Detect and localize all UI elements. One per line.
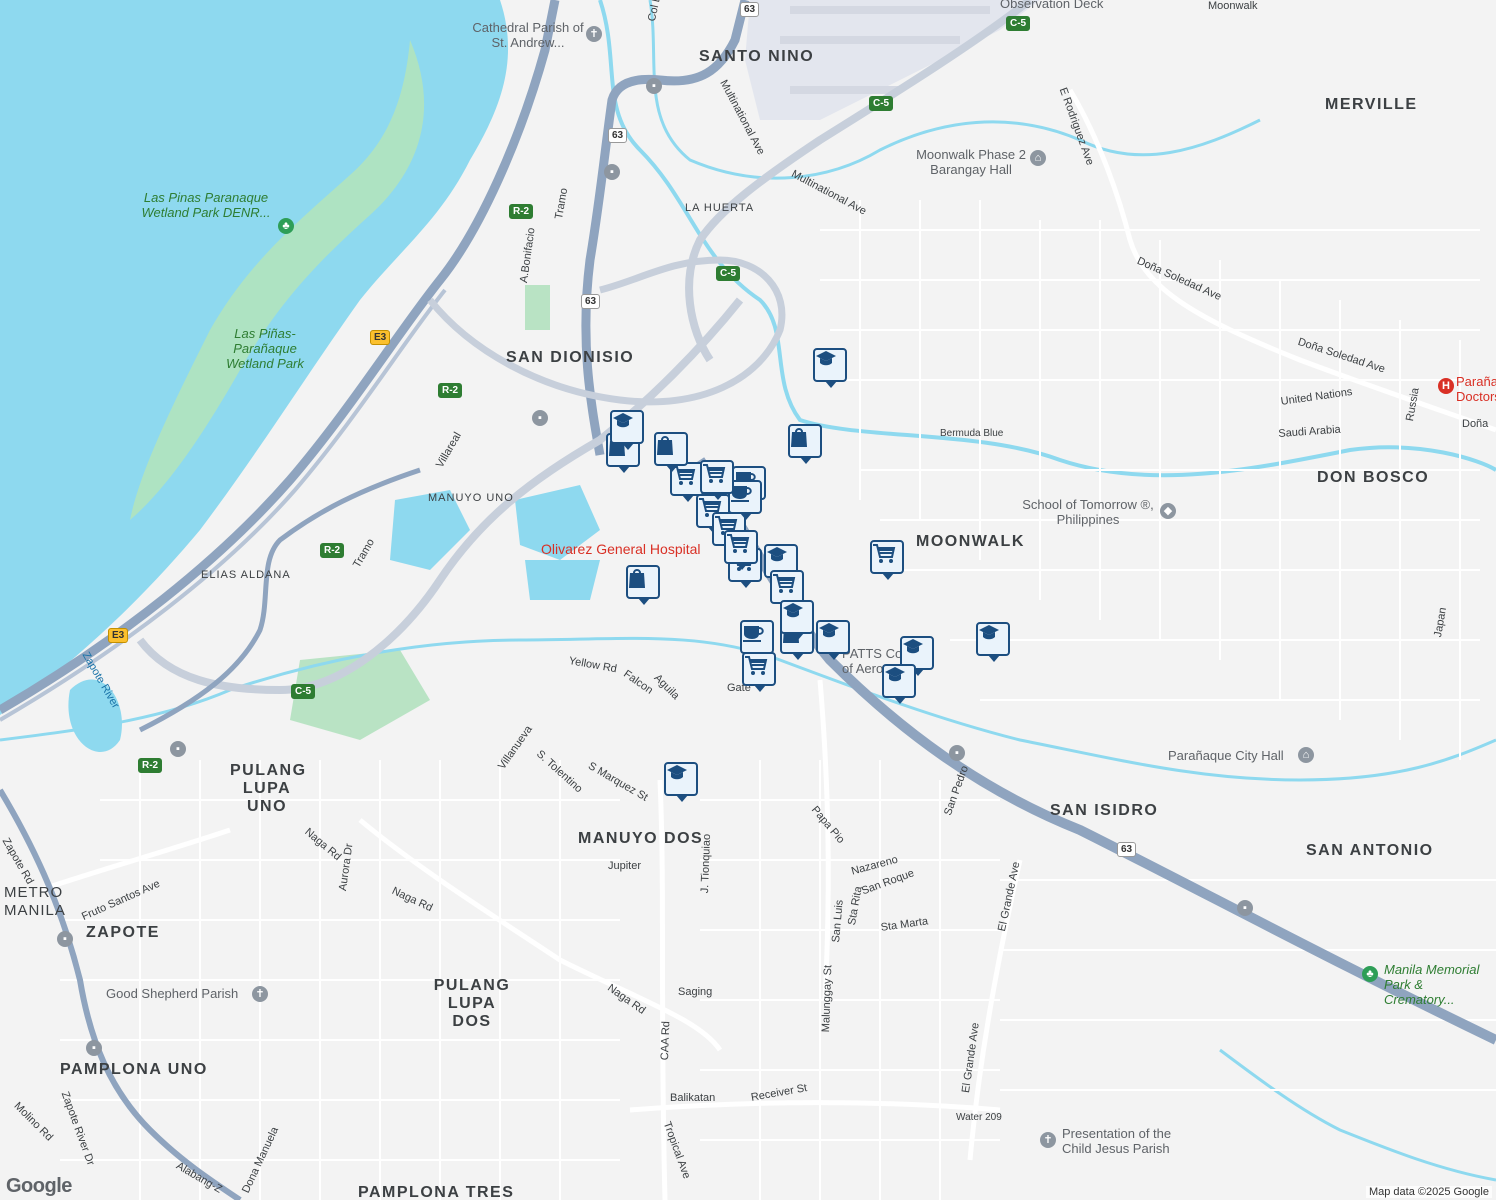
poi-label-observation-deck[interactable]: Observation Deck [1000,0,1103,11]
map-canvas[interactable]: SANTO NINO MERVILLE SAN DIONISIO DON BOS… [0,0,1496,1200]
poi-label-cathedral-parish[interactable]: Cathedral Parish of St. Andrew... [470,20,586,50]
map-marker-school[interactable] [813,348,847,388]
route-shield-r2: R-2 [509,204,534,219]
poi-label-olivarez-hospital[interactable]: Olivarez General Hospital [541,541,701,557]
map-marker-school[interactable] [610,410,644,450]
route-shield-63: 63 [608,128,628,143]
church-icon[interactable]: ✝ [252,986,268,1002]
road-label-water-209: Water 209 [956,1112,1002,1123]
poi-label-presentation-child-jesus[interactable]: Presentation of the Child Jesus Parish [1062,1126,1190,1156]
bus-stop-icon[interactable]: ▪ [86,1040,102,1056]
route-shield-c5: C-5 [869,96,894,111]
map-base-layer [0,0,1496,1200]
area-label-la-huerta: LA HUERTA [685,202,755,214]
route-shield-c5: C-5 [1006,16,1031,31]
area-label-manuyo-dos: MANUYO DOS [578,830,704,847]
poi-label-good-shepherd-parish[interactable]: Good Shepherd Parish [106,986,238,1001]
poi-label-paranaque-doctors[interactable]: Parañaque Doctors... [1456,374,1496,404]
area-label-merville: MERVILLE [1325,96,1418,113]
government-building-icon[interactable]: ⌂ [1030,150,1046,166]
church-icon[interactable]: ✝ [1040,1132,1056,1148]
area-label-manuyo-uno: MANUYO UNO [428,492,514,504]
bus-stop-icon[interactable]: ▪ [532,410,548,426]
zapote-river-bend [68,679,122,752]
river-main [598,0,1496,478]
map-attribution[interactable]: Map data ©2025 Google [1365,1186,1492,1198]
road-label-saging: Saging [678,986,713,998]
poi-label-school-of-tomorrow[interactable]: School of Tomorrow ®, Philippines [1022,497,1154,527]
hospital-icon[interactable]: H [1438,378,1454,394]
area-label-elias-aldana: ELIAS ALDANA [201,569,291,581]
poi-label-wetland-park-denr[interactable]: Las Pinas Paranaque Wetland Park DENR... [136,190,276,220]
area-label-don-bosco: DON BOSCO [1317,469,1430,486]
map-marker-cafe[interactable] [740,620,774,660]
area-label-san-antonio: SAN ANTONIO [1306,842,1434,859]
area-label-san-isidro: SAN ISIDRO [1050,802,1159,819]
map-marker-shopping-bag[interactable] [654,432,688,472]
park-area-small [525,285,550,330]
route-shield-c5: C-5 [291,684,316,699]
area-label-moonwalk: MOONWALK [916,533,1025,550]
road-label-jupiter: Jupiter [608,860,642,872]
area-label-pulang-lupa-uno: PULANG LUPA UNO [230,762,307,815]
route-shield-e3: E3 [108,628,129,643]
road-label-balikatan: Balikatan [670,1092,716,1104]
map-marker-shopping-cart[interactable] [724,530,758,570]
map-marker-school[interactable] [976,622,1010,662]
road-label-j-tionquiao: J. Tionquiao [699,833,714,894]
bus-stop-icon[interactable]: ▪ [57,931,73,947]
road-label-bermuda-blue: Bermuda Blue [940,428,1004,439]
poi-label-moonwalk-barangay-hall[interactable]: Moonwalk Phase 2 Barangay Hall [915,147,1027,177]
area-label-santo-nino: SANTO NINO [699,48,815,65]
area-label-metro-manila: METRO MANILA [4,884,66,919]
road-label-moonwalk: Moonwalk [1208,0,1258,12]
park-icon[interactable]: ♣ [278,218,294,234]
map-marker-shopping-cart[interactable] [742,652,776,692]
map-marker-school[interactable] [882,664,916,704]
map-marker-school[interactable] [664,762,698,802]
poi-label-wetland-park[interactable]: Las Piñas-Parañaque Wetland Park [210,326,320,371]
route-shield-63: 63 [740,2,760,17]
map-marker-shopping-cart[interactable] [770,570,804,610]
school-icon[interactable]: ◆ [1160,503,1176,519]
map-marker-shopping-bag[interactable] [788,424,822,464]
route-shield-c5: C-5 [716,266,741,281]
area-label-zapote: ZAPOTE [86,924,160,941]
road-label-malunggay-st: Malunggay St [820,964,835,1033]
bus-stop-icon[interactable]: ▪ [646,78,662,94]
bus-stop-icon[interactable]: ▪ [604,164,620,180]
map-marker-shopping-cart[interactable] [870,540,904,580]
bus-stop-icon[interactable]: ▪ [1237,900,1253,916]
bus-stop-icon[interactable]: ▪ [949,745,965,761]
c5-interchange [427,256,786,406]
road-label-caa-rd: CAA Rd [659,1020,673,1061]
area-label-san-dionisio: SAN DIONISIO [506,349,635,366]
church-icon[interactable]: ✝ [586,26,602,42]
map-marker-school[interactable] [780,600,814,640]
route-shield-63: 63 [1117,842,1137,857]
area-label-pamplona-uno: PAMPLONA UNO [60,1061,208,1078]
river-southeast [1219,1048,1496,1182]
poi-label-manila-memorial-park[interactable]: Manila Memorial Park & Crematory... [1384,962,1496,1007]
route-shield-r2: R-2 [438,383,463,398]
route-shield-63: 63 [581,294,601,309]
area-label-pamplona-tres: PAMPLONA TRES [358,1184,515,1200]
route-shield-r2: R-2 [320,543,345,558]
road-label-dona: Doña [1462,418,1489,430]
city-hall-icon[interactable]: ⌂ [1298,747,1314,763]
area-label-pulang-lupa-dos: PULANG LUPA DOS [433,977,511,1030]
poi-label-paranaque-city-hall[interactable]: Parañaque City Hall [1168,748,1284,763]
google-logo: Google [6,1175,72,1197]
route-shield-e3: E3 [370,330,391,345]
map-marker-shopping-bag[interactable] [626,565,660,605]
map-marker-shopping-cart[interactable] [700,460,734,500]
memorial-park-icon[interactable]: ♣ [1362,966,1378,982]
bus-stop-icon[interactable]: ▪ [170,741,186,757]
map-marker-school[interactable] [816,620,850,660]
route-shield-r2: R-2 [138,758,163,773]
